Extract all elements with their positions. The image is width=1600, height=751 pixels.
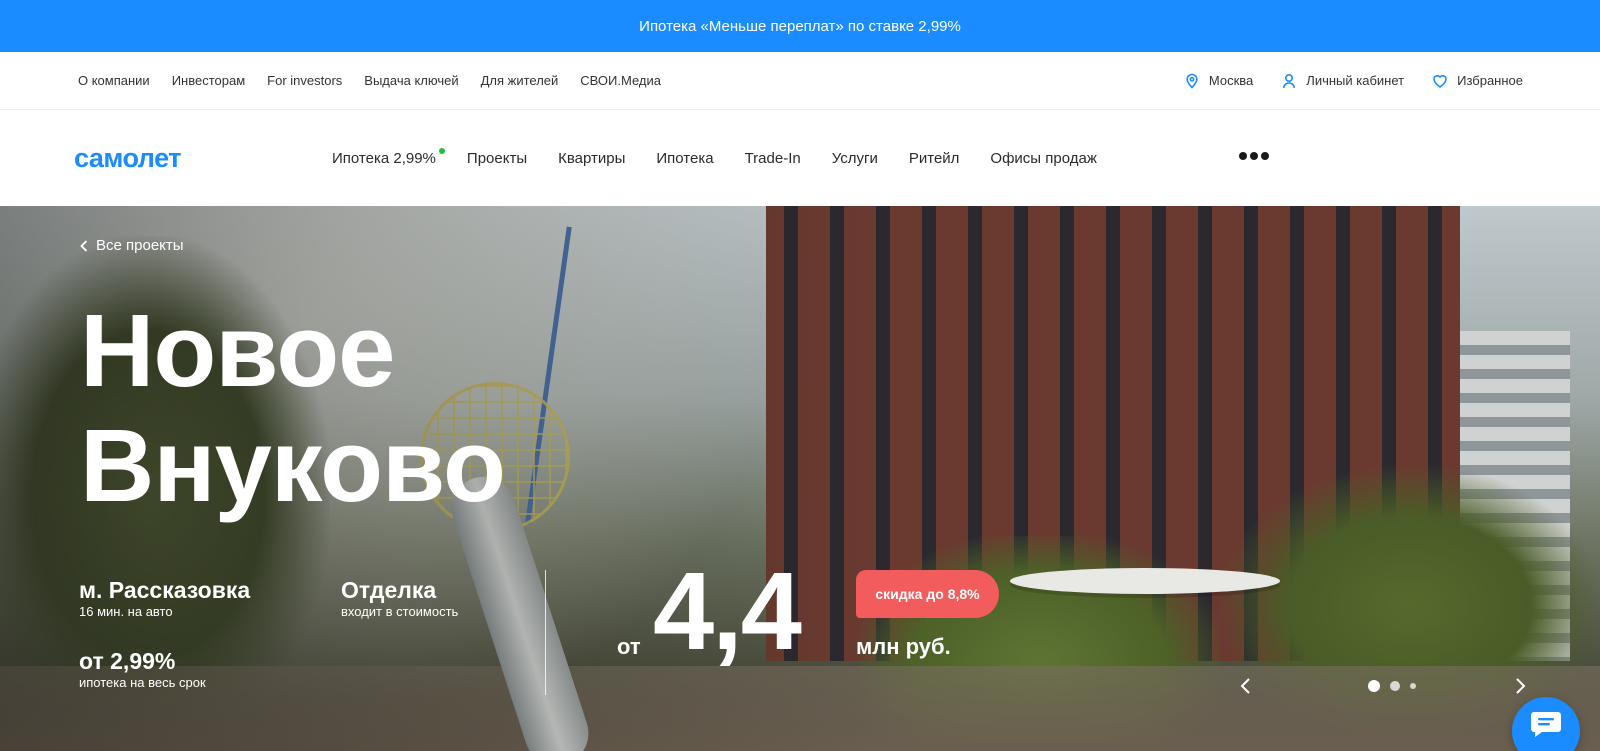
main-navigation: самолет Ипотека 2,99% Проекты Квартиры И… [0,110,1600,206]
nav-item-mortgage[interactable]: Ипотека [656,150,713,167]
nav-item-services[interactable]: Услуги [832,150,878,167]
fact-metro-title: м. Рассказовка [79,577,251,603]
chevron-left-icon[interactable] [1236,676,1256,696]
back-link-label: Все проекты [96,237,184,254]
favorites-label: Избранное [1457,73,1523,88]
fact-finish: Отделка входит в стоимость [341,577,458,620]
price-unit: млн руб. [856,634,951,659]
util-link-investors[interactable]: Инвесторам [172,73,245,88]
dot [1250,152,1258,160]
util-link-residents[interactable]: Для жителей [481,73,559,88]
util-link-media[interactable]: СВОИ.Медиа [580,73,661,88]
hero-canopy [1010,568,1280,594]
chevron-right-icon[interactable] [1510,676,1530,696]
location-pin-icon [1186,73,1198,89]
util-link-about[interactable]: О компании [78,73,150,88]
util-link-for-investors[interactable]: For investors [267,73,342,88]
discount-badge: скидка до 8,8% [856,570,999,618]
nav-item-retail[interactable]: Ритейл [909,150,960,167]
dot [1239,152,1247,160]
nav-item-trade-in[interactable]: Trade-In [745,150,801,167]
user-icon [1283,73,1296,88]
price-value: 4,4 [653,550,802,673]
city-label: Москва [1208,73,1254,88]
nav-item-projects[interactable]: Проекты [467,150,527,167]
chat-icon [1531,712,1561,737]
fact-metro-subtitle: 16 мин. на авто [79,604,173,619]
heart-icon [1433,74,1447,88]
main-menu: Ипотека 2,99% Проекты Квартиры Ипотека T… [332,147,1097,167]
slider-dot-active[interactable] [1368,680,1380,692]
slider-pagination [1368,680,1416,692]
more-dots-icon[interactable] [1239,152,1269,160]
fact-metro: м. Рассказовка 16 мин. на авто [79,577,250,620]
nav-item-sales-offices[interactable]: Офисы продаж [990,150,1096,167]
brand-logo[interactable]: самолет [74,143,332,174]
project-title-line: Внуково [80,408,506,523]
fact-finish-title: Отделка [341,577,437,603]
account-label: Личный кабинет [1306,73,1405,88]
fact-finish-subtitle: входит в стоимость [341,604,459,619]
slider-dot[interactable] [1410,683,1416,689]
utility-actions: Москва Личный кабинет Избранное [1184,73,1523,89]
project-title: Новое Внуково [80,293,506,523]
price-prefix: от [617,634,641,659]
fact-rate-subtitle: ипотека на весь срок [79,675,206,690]
promo-text: Ипотека «Меньше переплат» по ставке 2,99… [639,17,961,35]
hero-divider [545,570,546,695]
new-indicator-dot [438,147,445,154]
nav-item-apartments[interactable]: Квартиры [558,150,625,167]
utility-nav: О компании Инвесторам For investors Выда… [78,73,661,88]
nav-item-label: Ипотека 2,99% [332,149,436,167]
fact-mortgage-rate: от 2,99% ипотека на весь срок [79,648,206,691]
fact-rate-title: от 2,99% [79,648,176,674]
promo-banner[interactable]: Ипотека «Меньше переплат» по ставке 2,99… [0,0,1600,52]
favorites-link[interactable]: Избранное [1432,73,1523,89]
chevron-left-icon [80,239,88,252]
utility-bar: О компании Инвесторам For investors Выда… [0,52,1600,110]
dot [1261,152,1269,160]
project-title-line: Новое [80,293,395,408]
nav-item-mortgage-promo[interactable]: Ипотека 2,99% [332,147,445,167]
back-to-projects-link[interactable]: Все проекты [80,237,184,254]
account-link[interactable]: Личный кабинет [1281,73,1404,89]
util-link-keys[interactable]: Выдача ключей [364,73,458,88]
city-selector[interactable]: Москва [1184,73,1253,89]
slider-dot[interactable] [1390,681,1400,691]
